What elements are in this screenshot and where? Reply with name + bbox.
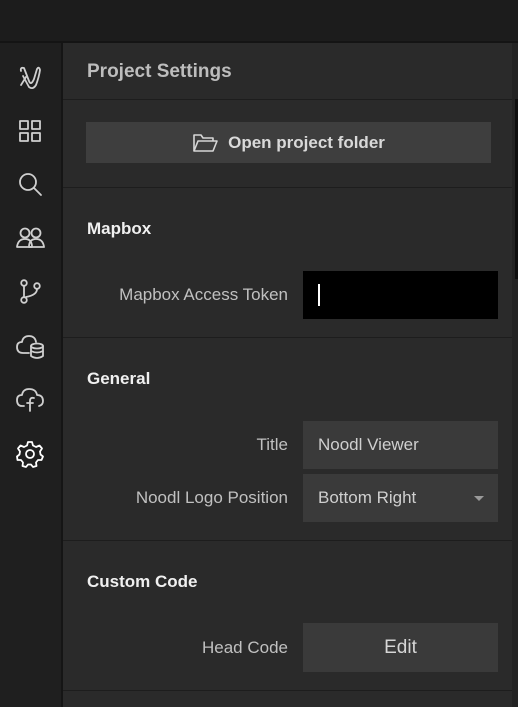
branch-icon[interactable] <box>13 274 47 308</box>
head-code-label: Head Code <box>201 638 288 657</box>
divider <box>63 690 512 691</box>
project-settings-panel: Project Settings Open project folder Map… <box>63 43 512 707</box>
mapbox-token-label: Mapbox Access Token <box>119 285 288 304</box>
folder-open-icon <box>193 133 218 152</box>
cloud-database-icon[interactable] <box>13 329 47 363</box>
users-icon[interactable] <box>13 220 47 254</box>
title-label: Title <box>256 435 289 454</box>
general-heading: General <box>87 369 151 388</box>
scrollbar[interactable] <box>512 43 518 707</box>
divider <box>63 99 512 100</box>
divider <box>63 187 512 188</box>
noodl-logo-icon[interactable] <box>13 61 47 95</box>
top-bar <box>0 0 518 43</box>
open-project-folder-label: Open project folder <box>228 132 385 152</box>
panel-title: Project Settings <box>87 61 232 82</box>
custom-code-heading: Custom Code <box>87 572 198 591</box>
divider <box>63 337 512 338</box>
dropdown-arrow-icon <box>474 495 484 501</box>
logo-position-value: Bottom Right <box>318 488 417 507</box>
title-value: Noodl Viewer <box>318 435 419 454</box>
open-project-folder-button[interactable]: Open project folder <box>86 122 491 163</box>
title-input[interactable]: Noodl Viewer <box>303 421 498 469</box>
divider <box>63 540 512 541</box>
sidebar-rail <box>0 43 63 707</box>
settings-gear-icon[interactable] <box>13 437 47 471</box>
components-grid-icon[interactable] <box>13 114 47 148</box>
text-caret <box>318 284 320 306</box>
cloud-function-icon[interactable] <box>13 382 47 416</box>
mapbox-heading: Mapbox <box>87 219 152 238</box>
mapbox-token-input[interactable] <box>303 271 498 319</box>
search-icon[interactable] <box>13 167 47 201</box>
head-code-edit-button[interactable]: Edit <box>303 623 498 672</box>
logo-position-select[interactable]: Bottom Right <box>303 474 498 522</box>
logo-position-label: Noodl Logo Position <box>135 488 288 507</box>
